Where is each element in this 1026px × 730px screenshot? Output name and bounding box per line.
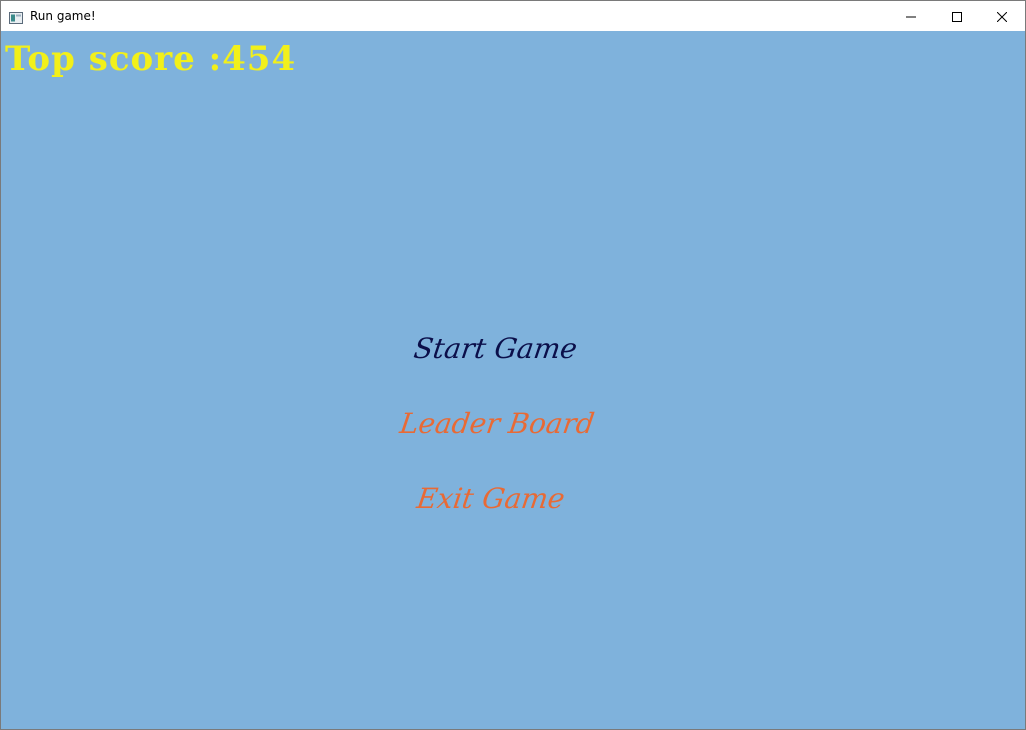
top-score-label: Top score :454 [5,39,297,79]
game-canvas[interactable]: Top score :454 Start Game Leader Board E… [1,31,1025,729]
close-icon [996,7,1008,26]
maximize-icon [952,7,962,26]
window-title: Run game! [30,9,96,23]
title-bar[interactable]: Run game! [1,1,1025,31]
game-window: Run game! Top score:454 Start Game Lead… [0,0,1026,730]
close-button[interactable] [979,1,1025,31]
maximize-button[interactable] [934,1,980,31]
exit-game-menu-item[interactable]: Exit Game [414,481,567,517]
leader-board-menu-item[interactable]: Leader Board [397,406,597,442]
minimize-button[interactable] [888,1,934,31]
app-window-icon [9,9,23,24]
minimize-icon [906,7,916,26]
start-game-menu-item[interactable]: Start Game [411,331,579,367]
